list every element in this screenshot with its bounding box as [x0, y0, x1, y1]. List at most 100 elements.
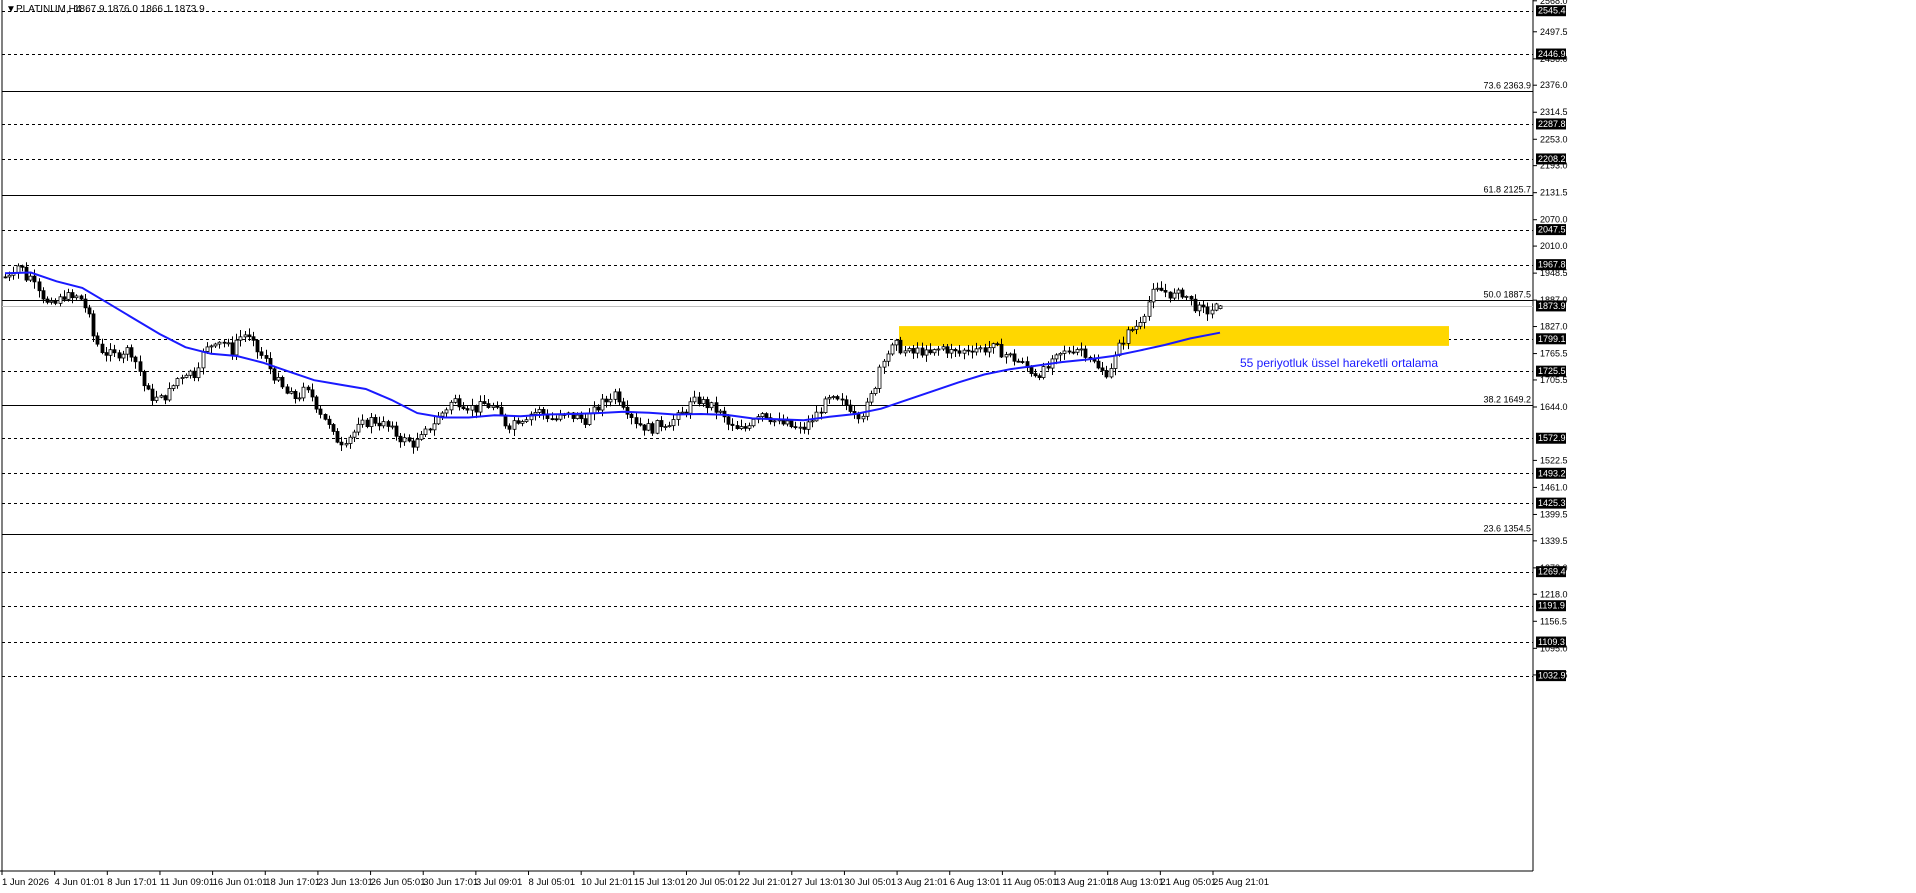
- fibonacci-level-label: 73.6 2363.9: [1483, 81, 1531, 91]
- candle-body: [823, 398, 828, 414]
- candle-body: [554, 418, 559, 421]
- candle-body: [520, 421, 525, 424]
- candle-body: [798, 426, 803, 429]
- candle-body: [550, 418, 555, 420]
- candle-body: [213, 343, 218, 347]
- price-axis-tick-label: 1827.0: [1540, 322, 1568, 332]
- time-axis-tick-label: 8 Jul 05:01: [529, 877, 575, 888]
- time-axis-tick-label: 30 Jun 17:01: [423, 877, 478, 888]
- candle-body: [966, 349, 971, 352]
- candle-body: [95, 335, 100, 345]
- candle-body: [608, 398, 613, 403]
- candle-body: [848, 404, 853, 412]
- candle-body: [428, 428, 433, 431]
- candle-body: [1100, 367, 1105, 371]
- candle-body: [100, 343, 105, 353]
- candle-body: [877, 366, 882, 389]
- price-axis-tick-label: 1644.0: [1540, 402, 1568, 412]
- candle-body: [1151, 288, 1156, 303]
- level-price-label: 1799.1: [1538, 334, 1566, 344]
- candle-body: [129, 347, 134, 358]
- level-price-label: 1725.5: [1538, 366, 1566, 376]
- price-axis-tick-label: 2010.0: [1540, 241, 1568, 251]
- chart-background: [0, 0, 1916, 888]
- candle-body: [730, 423, 735, 426]
- candle-body: [915, 347, 920, 354]
- candle-body: [507, 425, 512, 430]
- candle-body: [802, 426, 807, 430]
- candle-body: [663, 426, 668, 428]
- candle-body: [1214, 303, 1219, 311]
- level-price-label: 1493.2: [1538, 468, 1566, 478]
- candle-body: [32, 275, 37, 283]
- candle-body: [751, 418, 756, 427]
- candle-body: [7, 274, 12, 278]
- candle-body: [701, 399, 706, 405]
- candle-body: [970, 350, 975, 353]
- candle-body: [470, 405, 475, 411]
- candle-body: [444, 409, 449, 414]
- candle-body: [234, 339, 239, 356]
- candle-body: [121, 353, 126, 359]
- price-chart[interactable]: 2568.02497.52436.02376.02314.52253.02193…: [0, 0, 1916, 888]
- candle-body: [310, 389, 315, 398]
- candle-body: [255, 339, 260, 353]
- candle-body: [936, 348, 941, 351]
- candle-body: [196, 367, 201, 379]
- candle-body: [688, 401, 693, 414]
- candle-body: [945, 346, 950, 354]
- candle-body: [154, 396, 159, 401]
- candle-body: [642, 424, 647, 431]
- candle-body: [301, 386, 306, 399]
- candle-body: [20, 265, 25, 268]
- candle-body: [1067, 350, 1072, 353]
- candle-body: [486, 403, 491, 408]
- candle-body: [230, 342, 235, 356]
- candle-body: [453, 398, 458, 403]
- candle-body: [465, 408, 470, 411]
- candle-body: [840, 398, 845, 401]
- candle-body: [1054, 354, 1059, 360]
- candle-body: [1142, 315, 1147, 323]
- candle-body: [171, 385, 176, 389]
- candle-body: [638, 423, 643, 426]
- candle-body: [1083, 348, 1088, 358]
- candle-body: [159, 395, 164, 398]
- candle-body: [541, 409, 546, 415]
- candle-body: [684, 411, 689, 414]
- candle-body: [335, 431, 340, 443]
- candle-body: [650, 423, 655, 434]
- candle-body: [419, 434, 424, 440]
- candle-body: [714, 402, 719, 413]
- candle-body: [491, 405, 496, 408]
- candle-body: [697, 396, 702, 405]
- candle-body: [785, 420, 790, 425]
- candle-body: [646, 423, 651, 431]
- candle-body: [377, 422, 382, 427]
- candle-body: [1008, 353, 1013, 356]
- candle-body: [613, 391, 618, 400]
- candle-body: [764, 413, 769, 419]
- candle-body: [903, 350, 908, 354]
- candle-body: [810, 420, 815, 423]
- ohlc-readout: 1867.9 1876.0 1866.1 1873.9: [74, 4, 205, 15]
- candle-body: [865, 401, 870, 417]
- candle-body: [344, 443, 349, 446]
- candle-body: [1096, 360, 1101, 369]
- candle-body: [184, 374, 189, 378]
- chart-header: ▼ PLATINUM,H4 1867.9 1876.0 1866.1 1873.…: [6, 4, 205, 15]
- candle-body: [869, 393, 874, 403]
- candle-body: [978, 347, 983, 350]
- candle-body: [167, 388, 172, 401]
- level-price-label: 2047.5: [1538, 225, 1566, 235]
- level-price-label: 2545.4: [1538, 6, 1566, 16]
- candle-body: [533, 412, 538, 415]
- time-axis-tick-label: 4 Jun 01:01: [55, 877, 105, 888]
- candle-body: [285, 386, 290, 394]
- candle-body: [276, 376, 281, 381]
- header-collapse-icon[interactable]: ▼: [6, 4, 16, 15]
- candle-body: [1104, 370, 1109, 378]
- candle-body: [1159, 287, 1164, 291]
- candle-body: [596, 406, 601, 411]
- candle-body: [58, 296, 63, 304]
